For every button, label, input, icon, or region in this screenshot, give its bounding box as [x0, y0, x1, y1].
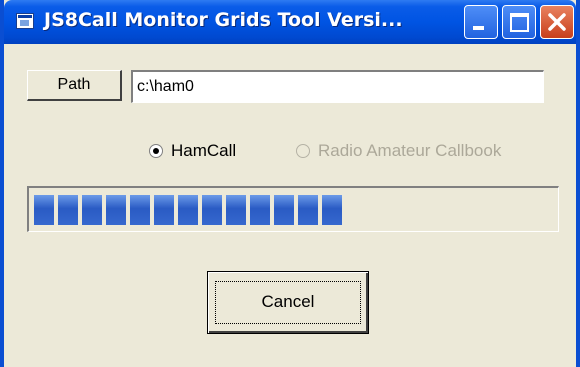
- radio-checked-icon[interactable]: [149, 144, 163, 158]
- minimize-button[interactable]: [464, 5, 498, 39]
- maximize-button[interactable]: [502, 5, 536, 39]
- radio-hamcall[interactable]: HamCall: [149, 138, 236, 164]
- progress-fill: [34, 195, 554, 225]
- window-title: JS8Call Monitor Grids Tool Versi...: [44, 9, 403, 31]
- progress-segment: [82, 195, 102, 225]
- progress-segment: [322, 195, 342, 225]
- progress-segment: [106, 195, 126, 225]
- radio-hamcall-label[interactable]: HamCall: [171, 141, 236, 161]
- progress-segment: [226, 195, 246, 225]
- title-bar[interactable]: JS8Call Monitor Grids Tool Versi...: [4, 0, 576, 44]
- app-icon[interactable]: [16, 13, 34, 29]
- maximize-icon: [510, 13, 529, 32]
- progress-segment: [274, 195, 294, 225]
- progress-segment: [298, 195, 318, 225]
- radio-radio-amateur-callbook-label: Radio Amateur Callbook: [318, 141, 502, 160]
- progress-segment: [130, 195, 150, 225]
- progress-bar: [27, 186, 559, 232]
- progress-segment: [250, 195, 270, 225]
- progress-segment: [178, 195, 198, 225]
- progress-segment: [58, 195, 78, 225]
- progress-segment: [202, 195, 222, 225]
- progress-segment: [154, 195, 174, 225]
- close-button[interactable]: [540, 5, 574, 39]
- radio-radio-amateur-callbook: Radio Amateur Callbook: [296, 138, 501, 164]
- progress-segment: [34, 195, 54, 225]
- path-button[interactable]: Path: [27, 70, 122, 101]
- app-window: JS8Call Monitor Grids Tool Versi... Path…: [0, 0, 580, 367]
- path-input[interactable]: c:\ham0: [131, 70, 544, 103]
- radio-unchecked-icon: [296, 144, 310, 158]
- close-icon: [548, 13, 566, 31]
- cancel-button[interactable]: Cancel: [207, 271, 369, 334]
- minimize-icon: [473, 26, 484, 30]
- focus-rectangle: [215, 281, 361, 324]
